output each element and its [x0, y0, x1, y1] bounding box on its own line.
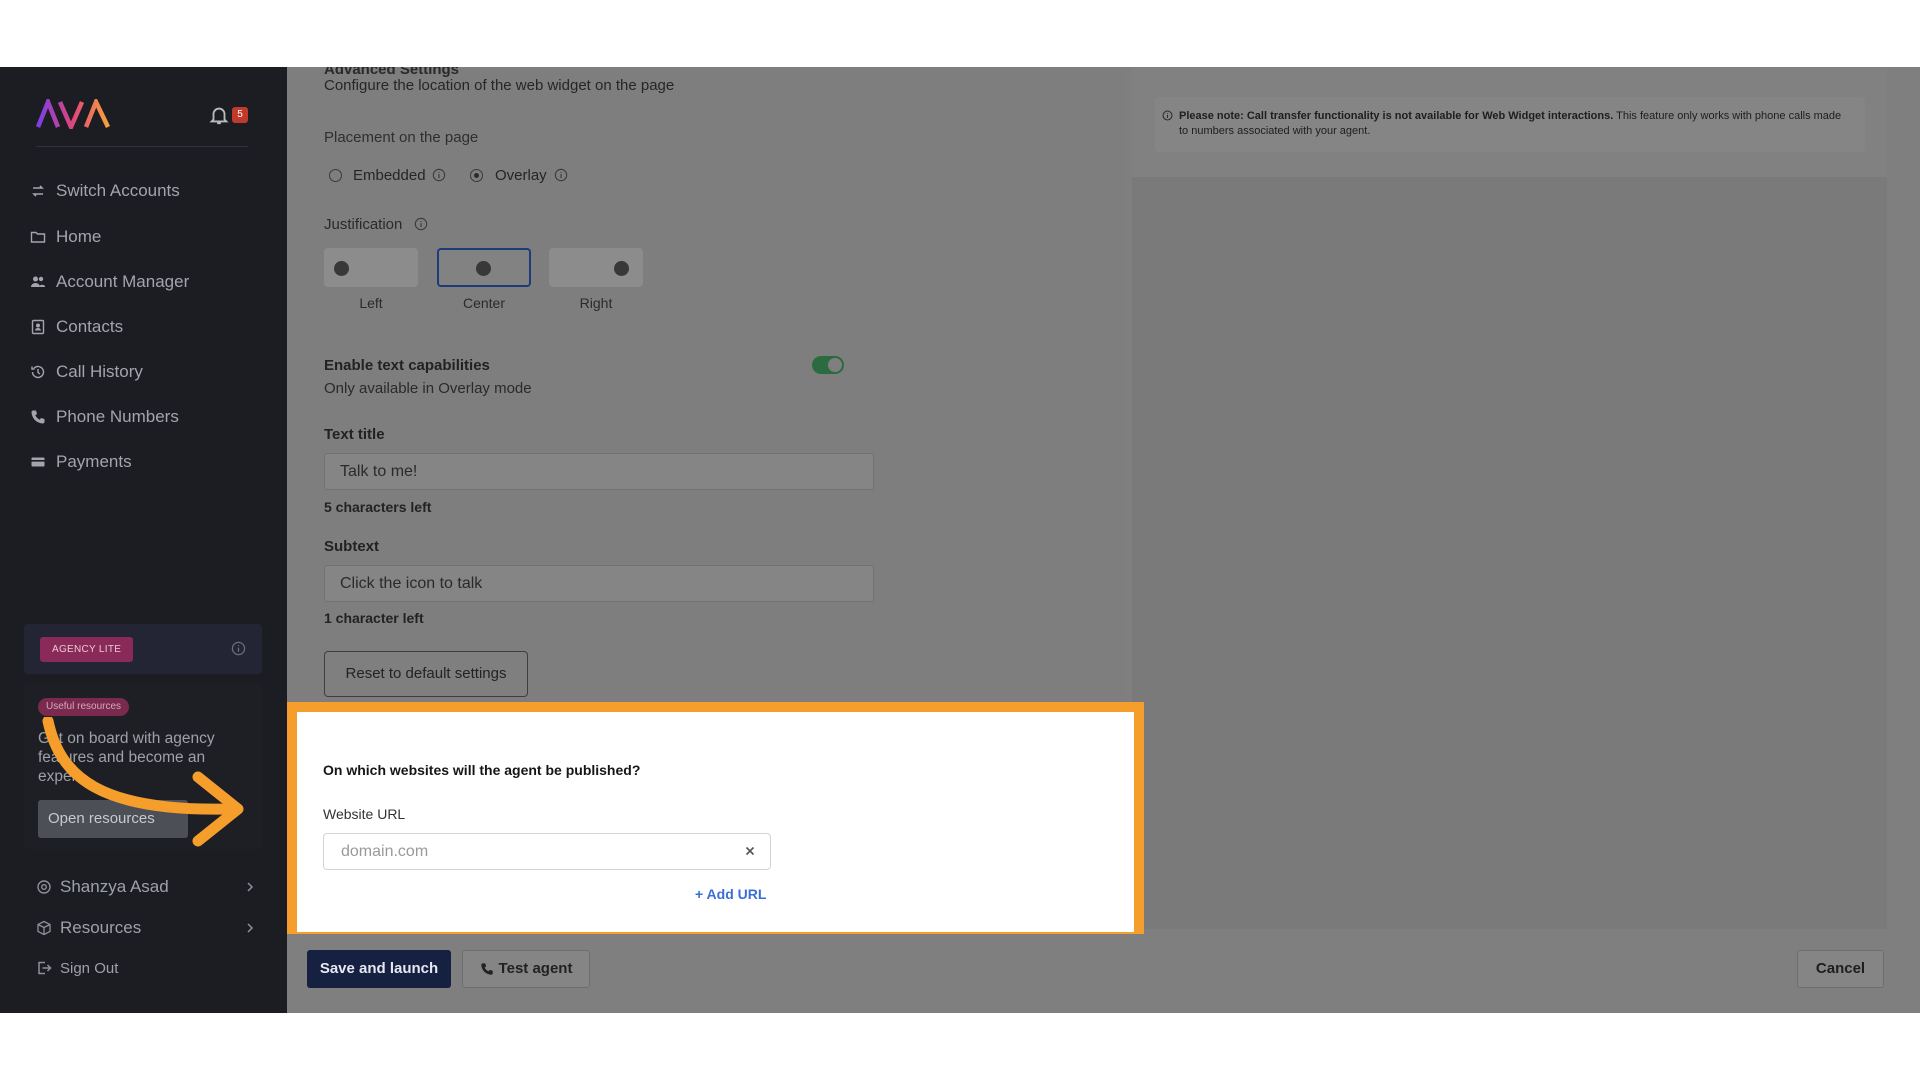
- justify-center-option[interactable]: [437, 248, 531, 287]
- info-icon[interactable]: [554, 168, 568, 182]
- justify-left-label: Left: [359, 295, 383, 311]
- test-agent-label: Test agent: [498, 960, 573, 977]
- subtext-char-count: 1 character left: [324, 610, 424, 626]
- justify-right-label: Right: [579, 295, 613, 311]
- sidebar-item-account-manager[interactable]: Account Manager: [30, 267, 189, 297]
- website-url-input[interactable]: domain.com: [323, 833, 771, 870]
- sidebar-item-label: Contacts: [56, 317, 124, 336]
- user-settings-icon: [37, 880, 51, 894]
- website-url-label: Website URL: [323, 806, 406, 822]
- info-icon[interactable]: [231, 641, 246, 656]
- resources-label: Resources: [60, 918, 142, 937]
- subtext-input[interactable]: Click the icon to talk: [324, 565, 874, 602]
- cube-icon: [37, 920, 51, 936]
- switch-icon: [32, 185, 44, 197]
- useful-resources-badge: Useful resources: [38, 698, 130, 716]
- justify-dot: [476, 261, 491, 276]
- justify-right-option[interactable]: [549, 248, 643, 287]
- phone-icon: [31, 410, 45, 424]
- add-url-link[interactable]: + Add URL: [695, 886, 766, 902]
- embedded-label: Embedded: [353, 167, 426, 184]
- justify-dot: [334, 261, 349, 276]
- sidebar-divider: [36, 146, 248, 147]
- notification-badge: 5: [232, 107, 248, 123]
- user-name: Shanzya Asad: [60, 877, 169, 896]
- subtext-label: Subtext: [324, 538, 380, 555]
- embedded-radio[interactable]: [329, 169, 342, 182]
- justify-left-option[interactable]: [324, 248, 418, 287]
- justification-label: Justification: [324, 216, 403, 233]
- chevron-right-icon: [247, 923, 254, 933]
- text-title-label: Text title: [324, 426, 385, 443]
- reset-defaults-button[interactable]: Reset to default settings: [324, 651, 528, 697]
- text-title-char-count: 5 characters left: [324, 499, 432, 515]
- text-capabilities-sub: Only available in Overlay mode: [324, 380, 532, 397]
- sign-out-icon: [38, 961, 52, 975]
- close-icon[interactable]: [743, 844, 757, 858]
- sidebar-item-label: Phone Numbers: [56, 407, 179, 426]
- save-and-launch-button[interactable]: Save and launch: [307, 950, 451, 988]
- resources-menu[interactable]: Resources: [36, 913, 256, 943]
- text-capabilities-toggle[interactable]: [812, 356, 844, 374]
- overlay-radio[interactable]: [470, 169, 483, 182]
- tutorial-arrow-icon: [42, 717, 244, 847]
- contacts-icon: [31, 319, 45, 335]
- footer-bar: Save and launch Test agent Cancel: [287, 934, 1920, 1013]
- sign-out-button[interactable]: Sign Out: [36, 953, 256, 983]
- sidebar-item-label: Payments: [56, 452, 132, 471]
- sidebar-item-label: Switch Accounts: [56, 181, 180, 200]
- sidebar-item-call-history[interactable]: Call History: [30, 357, 143, 387]
- test-agent-button[interactable]: Test agent: [462, 950, 590, 988]
- info-icon: [1162, 110, 1173, 121]
- sidebar-item-home[interactable]: Home: [30, 222, 101, 252]
- justify-center-label: Center: [462, 295, 506, 311]
- info-icon[interactable]: [414, 217, 428, 231]
- history-icon: [31, 365, 45, 379]
- preview-panel: [1132, 67, 1887, 929]
- plan-card: AGENCY LITE: [24, 624, 262, 674]
- call-transfer-note: Please note: Call transfer functionality…: [1179, 109, 1849, 139]
- placement-label: Placement on the page: [324, 129, 479, 146]
- sidebar: 5 Switch Accounts Home Account Manager C…: [0, 67, 287, 1013]
- user-menu[interactable]: Shanzya Asad: [36, 872, 256, 902]
- sidebar-item-label: Home: [56, 227, 102, 246]
- text-title-input[interactable]: Talk to me!: [324, 453, 874, 490]
- card-icon: [31, 457, 45, 467]
- phone-icon: [480, 963, 493, 975]
- cancel-button[interactable]: Cancel: [1797, 950, 1884, 988]
- sidebar-item-contacts[interactable]: Contacts: [30, 312, 123, 342]
- sign-out-label: Sign Out: [60, 959, 119, 977]
- sidebar-item-phone-numbers[interactable]: Phone Numbers: [30, 402, 179, 432]
- section-subtitle: Configure the location of the web widget…: [324, 77, 675, 94]
- info-icon[interactable]: [432, 168, 446, 182]
- sidebar-item-payments[interactable]: Payments: [30, 447, 132, 477]
- chevron-right-icon: [247, 882, 254, 892]
- note-bold: Please note: Call transfer functionality…: [1179, 110, 1614, 122]
- folder-icon: [30, 231, 46, 243]
- users-icon: [31, 276, 45, 287]
- sidebar-item-label: Account Manager: [56, 272, 190, 291]
- justify-dot: [614, 261, 629, 276]
- sidebar-item-switch-accounts[interactable]: Switch Accounts: [30, 176, 180, 206]
- ava-logo[interactable]: [36, 99, 110, 129]
- plan-badge: AGENCY LITE: [40, 637, 134, 662]
- publish-question: On which websites will the agent be publ…: [323, 762, 641, 778]
- text-capabilities-label: Enable text capabilities: [324, 357, 490, 374]
- app-window: 5 Switch Accounts Home Account Manager C…: [0, 67, 1920, 1013]
- overlay-label: Overlay: [495, 167, 547, 184]
- bell-icon[interactable]: [208, 104, 230, 126]
- sidebar-item-label: Call History: [56, 362, 143, 381]
- publish-websites-card: On which websites will the agent be publ…: [287, 702, 1144, 942]
